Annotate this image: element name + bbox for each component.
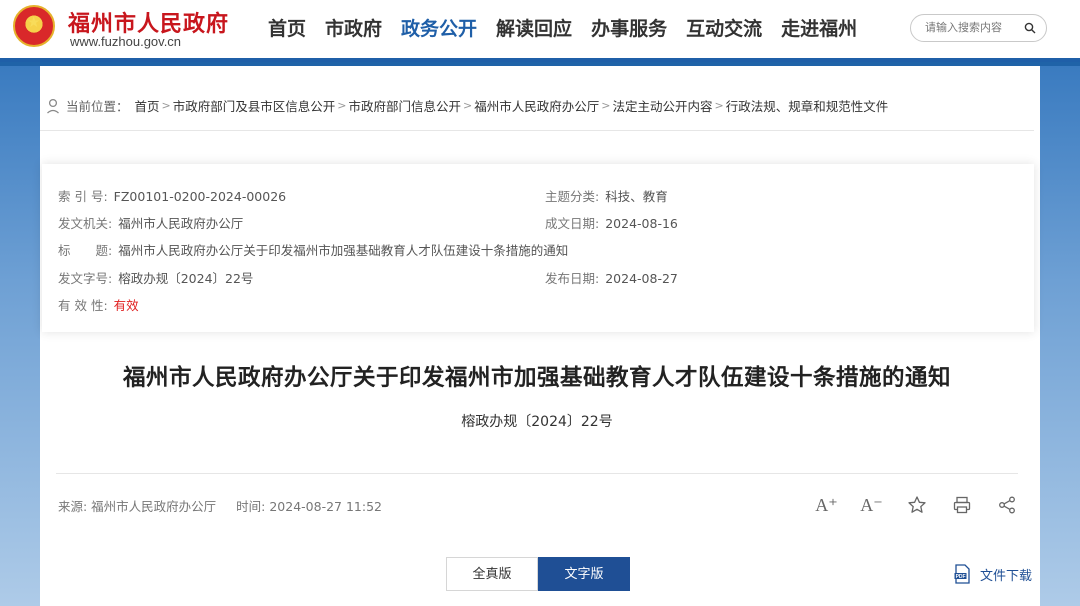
tab-full-version[interactable]: 全真版 [446,557,538,591]
breadcrumb-item-disclosure[interactable]: 法定主动公开内容 [612,96,712,115]
search-input[interactable] [925,21,1021,34]
nav-item-about-fuzhou[interactable]: 走进福州 [781,14,857,41]
meta-docno-value: 榕政办规〔2024〕22号 [118,271,254,286]
divider [56,473,1018,474]
breadcrumb-item-general-office[interactable]: 福州市人民政府办公厅 [474,96,599,115]
version-tabs: 全真版 文字版 [446,557,630,591]
meta-validity: 有 效 性: 有效 [58,295,139,314]
breadcrumb-separator: > [463,99,473,112]
file-download-link[interactable]: PDF 文件下载 [954,564,1032,584]
meta-topic-key: 主题分类: [545,189,600,204]
meta-topic: 主题分类: 科技、教育 [545,186,668,205]
document-title: 福州市人民政府办公厅关于印发福州市加强基础教育人才队伍建设十条措施的通知 [122,365,951,391]
breadcrumb-separator: > [161,99,171,112]
location-pin-icon [47,98,59,113]
print-icon[interactable] [950,494,973,516]
main-nav: 首页 市政府 政务公开 解读回应 办事服务 互动交流 走进福州 [268,14,876,41]
meta-title: 标 题: 福州市人民政府办公厅关于印发福州市加强基础教育人才队伍建设十条措施的通知 [58,240,568,259]
nav-item-government[interactable]: 市政府 [325,14,382,41]
site-url: www.fuzhou.gov.cn [70,34,182,49]
meta-index: 索 引 号: FZ00101-0200-2024-00026 [58,186,286,205]
search-icon[interactable] [1024,22,1036,34]
breadcrumb-item-regulations[interactable]: 行政法规、规章和规范性文件 [726,96,889,115]
document-meta-box: 索 引 号: FZ00101-0200-2024-00026 主题分类: 科技、教育… [42,164,1034,332]
meta-pubdate-value: 2024-08-27 [605,271,678,286]
national-emblem-icon [13,5,55,47]
meta-pubdate: 发布日期: 2024-08-27 [545,268,678,287]
source-info: 来源: 福州市人民政府办公厅 时间: 2024-08-27 11:52 [58,496,386,515]
breadcrumb-separator: > [601,99,611,112]
font-increase-icon[interactable]: A⁺ [815,494,838,516]
meta-date: 成文日期: 2024-08-16 [545,213,678,232]
divider [40,130,1034,131]
publish-time: 时间: 2024-08-27 11:52 [236,499,382,514]
nav-item-interpretation[interactable]: 解读回应 [496,14,572,41]
star-icon[interactable] [905,494,928,516]
meta-index-key: 索 引 号: [58,189,108,204]
download-label: 文件下载 [980,568,1033,584]
meta-validity-value: 有效 [113,298,139,313]
meta-index-value: FZ00101-0200-2024-00026 [113,189,287,204]
breadcrumb: 当前位置： 首页 > 市政府部门及县市区信息公开 > 市政府部门信息公开 > 福… [46,96,888,115]
meta-issuer: 发文机关: 福州市人民政府办公厅 [58,213,243,232]
meta-title-key: 标 题: [58,243,113,258]
font-decrease-icon[interactable]: A⁻ [860,494,883,516]
breadcrumb-separator: > [337,99,347,112]
source-label: 来源: 福州市人民政府办公厅 [58,499,217,514]
pdf-icon: PDF [954,564,970,584]
search-box [910,14,1047,42]
meta-date-value: 2024-08-16 [605,216,678,231]
meta-issuer-key: 发文机关: [58,216,113,231]
share-icon[interactable] [995,494,1018,516]
meta-docno: 发文字号: 榕政办规〔2024〕22号 [58,268,253,287]
meta-validity-key: 有 效 性: [58,298,108,313]
document-number: 榕政办规〔2024〕22号 [461,414,613,430]
breadcrumb-item-dept-info[interactable]: 市政府部门信息公开 [348,96,461,115]
nav-item-home[interactable]: 首页 [268,14,306,41]
tab-text-version[interactable]: 文字版 [538,557,630,591]
site-header: 福州市人民政府 www.fuzhou.gov.cn 首页 市政府 政务公开 解读… [0,0,1080,62]
content-panel: 当前位置： 首页 > 市政府部门及县市区信息公开 > 市政府部门信息公开 > 福… [40,66,1040,606]
meta-topic-value: 科技、教育 [605,189,668,204]
breadcrumb-label: 当前位置： [66,99,129,114]
meta-pubdate-key: 发布日期: [545,271,600,286]
nav-item-gov-affairs[interactable]: 政务公开 [401,14,477,41]
meta-date-key: 成文日期: [545,216,600,231]
nav-item-interaction[interactable]: 互动交流 [686,14,762,41]
meta-docno-key: 发文字号: [58,271,113,286]
article-toolbar: A⁺ A⁻ [815,494,1040,516]
svg-text:PDF: PDF [956,574,966,580]
meta-title-value: 福州市人民政府办公厅关于印发福州市加强基础教育人才队伍建设十条措施的通知 [118,243,569,258]
breadcrumb-item-home[interactable]: 首页 [135,96,160,115]
breadcrumb-item-dept-county[interactable]: 市政府部门及县市区信息公开 [173,96,336,115]
meta-issuer-value: 福州市人民政府办公厅 [118,216,244,231]
nav-item-services[interactable]: 办事服务 [591,14,667,41]
breadcrumb-separator: > [714,99,724,112]
